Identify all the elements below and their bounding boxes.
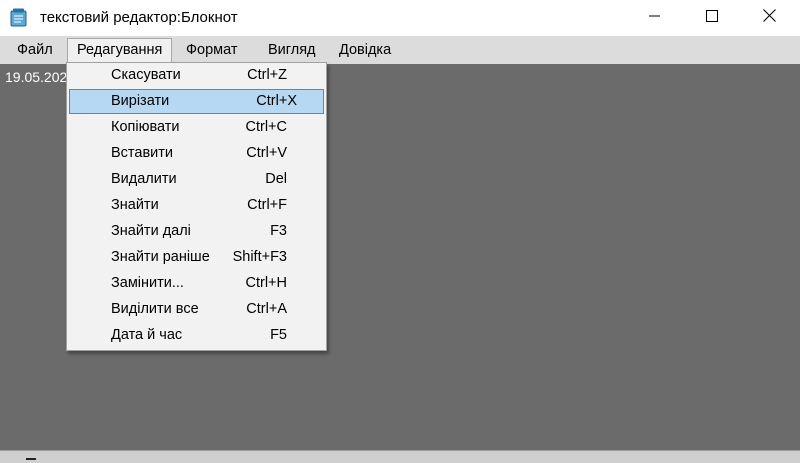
menu-item-label: Виділити все [111, 301, 199, 317]
menu-item-label: Знайти [111, 197, 159, 213]
menu-item-label: Видалити [111, 171, 177, 187]
window-title: текстовий редактор:Блокнот [40, 9, 238, 26]
minimize-button[interactable] [632, 0, 678, 36]
menu-bar: Файл Редагування Формат Вигляд Довідка [0, 36, 800, 64]
menu-item-shortcut: Shift+F3 [232, 249, 287, 265]
menu-item-shortcut: F3 [270, 223, 287, 239]
menu-format[interactable]: Формат [177, 38, 247, 62]
menu-item-shortcut: Ctrl+X [256, 93, 297, 109]
menu-item-label: Замінити... [111, 275, 184, 291]
menu-help[interactable]: Довідка [330, 38, 400, 62]
menu-item-shortcut: Ctrl+Z [247, 67, 287, 83]
close-button[interactable] [746, 0, 792, 36]
menu-item-find[interactable]: Знайти Ctrl+F [69, 193, 324, 218]
menu-item-shortcut: Ctrl+V [246, 145, 287, 161]
menu-item-find-previous[interactable]: Знайти раніше Shift+F3 [69, 245, 324, 270]
menu-item-shortcut: Ctrl+C [245, 119, 288, 135]
menu-item-replace[interactable]: Замінити... Ctrl+H [69, 271, 324, 296]
close-icon [762, 9, 776, 27]
notepad-icon [10, 8, 27, 27]
editor-text: 19.05.202 [5, 69, 68, 85]
menu-file[interactable]: Файл [8, 38, 62, 62]
menu-item-shortcut: Ctrl+A [246, 301, 287, 317]
menu-item-paste[interactable]: Вставити Ctrl+V [69, 141, 324, 166]
menu-item-shortcut: Ctrl+H [245, 275, 288, 291]
menu-item-shortcut: F5 [270, 327, 287, 343]
status-bar [0, 450, 800, 463]
menu-edit[interactable]: Редагування [67, 38, 173, 62]
menu-item-label: Знайти раніше [111, 249, 210, 265]
menu-item-label: Дата й час [111, 327, 183, 343]
menu-view[interactable]: Вигляд [259, 38, 325, 62]
title-bar: текстовий редактор:Блокнот [0, 0, 800, 36]
menu-item-label: Вирізати [111, 93, 170, 109]
menu-item-label: Знайти далі [111, 223, 191, 239]
menu-item-cut[interactable]: Вирізати Ctrl+X [69, 89, 324, 114]
edit-dropdown-menu: Скасувати Ctrl+Z Вирізати Ctrl+X Копіюва… [66, 62, 327, 351]
maximize-button[interactable] [689, 0, 735, 36]
menu-item-label: Копіювати [111, 119, 180, 135]
menu-item-date-time[interactable]: Дата й час F5 [69, 323, 324, 348]
menu-item-delete[interactable]: Видалити Del [69, 167, 324, 192]
menu-item-label: Вставити [111, 145, 174, 161]
menu-item-find-next[interactable]: Знайти далі F3 [69, 219, 324, 244]
status-text [26, 458, 36, 460]
menu-item-undo[interactable]: Скасувати Ctrl+Z [69, 63, 324, 88]
menu-item-shortcut: Del [265, 171, 287, 187]
menu-item-shortcut: Ctrl+F [247, 197, 287, 213]
menu-item-copy[interactable]: Копіювати Ctrl+C [69, 115, 324, 140]
maximize-icon [706, 9, 718, 27]
menu-item-label: Скасувати [111, 67, 181, 83]
minimize-icon [649, 9, 661, 27]
menu-item-select-all[interactable]: Виділити все Ctrl+A [69, 297, 324, 322]
